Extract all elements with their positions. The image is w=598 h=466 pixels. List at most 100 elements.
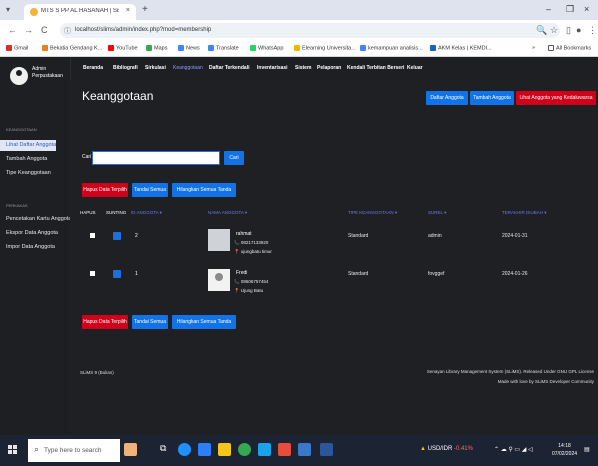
daftar-anggota-button[interactable]: Daftar Anggota: [426, 91, 468, 105]
column-header-tipe-keanggotaan[interactable]: TIPE KEANGGOTAAN ▾: [348, 210, 397, 216]
tandai-semua-button-bottom[interactable]: Tandai Semua: [132, 315, 168, 329]
member-name[interactable]: rahmat: [236, 231, 252, 237]
site-info-icon[interactable]: ⓘ: [64, 26, 71, 36]
currency-pair: USD/IDR: [427, 446, 453, 452]
member-id: 2: [135, 233, 138, 239]
sidebar-item-tipe-keanggotaan[interactable]: Tipe Keanggotaan: [0, 168, 70, 179]
clock[interactable]: 14:18 07/02/2024: [552, 442, 577, 458]
nav-pelaporan[interactable]: Pelaporan: [317, 65, 341, 71]
edit-icon[interactable]: [113, 232, 121, 240]
footer-community: Made with love by SLiMS Developer Commun…: [497, 379, 594, 384]
column-header-surel[interactable]: SUREL ▾: [428, 210, 446, 216]
url-text: localhost/slims/admin/index.php?mod=memb…: [75, 27, 212, 33]
nav-bibliografi[interactable]: Bibliografi: [113, 65, 138, 71]
search-button[interactable]: Cari: [224, 151, 244, 165]
file-explorer-icon[interactable]: [218, 443, 231, 456]
maximize-icon[interactable]: ❐: [566, 4, 574, 15]
store-icon[interactable]: [198, 443, 211, 456]
app-icon[interactable]: [278, 443, 291, 456]
anggota-kedaluwarsa-button[interactable]: Lihat Anggota yang Kedaluwarsa: [516, 91, 596, 105]
hapus-data-terpilih-button[interactable]: Hapus Data Terpilih: [82, 183, 128, 197]
edge-icon[interactable]: [178, 443, 191, 456]
tray-icons[interactable]: ⌃ ☁ ⚲ ▭ ◢ ◁: [494, 446, 533, 453]
more-menu-icon[interactable]: ⋮: [588, 25, 597, 36]
member-phone: 📞 08217133920: [234, 240, 269, 245]
tambah-anggota-button[interactable]: Tambah Anggota: [470, 91, 514, 105]
nav-inventarisasi[interactable]: Inventarisasi: [257, 65, 288, 71]
sidebar-item-tambah-anggota[interactable]: Tambah Anggota: [0, 154, 70, 165]
word-icon[interactable]: [320, 443, 333, 456]
currency-ticker[interactable]: ▲ USD/IDR -0.41%: [420, 446, 473, 452]
bookmark-youtube[interactable]: YouTube: [108, 45, 138, 51]
cortana-illustration-icon[interactable]: [124, 443, 137, 456]
column-header-terakhir-diubah[interactable]: TERAKHIR DIUBAH ▾: [502, 210, 547, 216]
bookmark-gmail[interactable]: Gmail: [6, 45, 28, 51]
windows-start-icon[interactable]: [8, 445, 18, 455]
bookmarks-more-icon[interactable]: »: [532, 45, 535, 51]
search-input[interactable]: [92, 151, 220, 165]
member-email: fovggef: [428, 271, 445, 277]
sidebar-item-lihat-daftar-anggota[interactable]: Lihat Daftar Anggota: [0, 140, 56, 151]
close-window-icon[interactable]: ×: [584, 4, 589, 14]
bookmark-elearning[interactable]: Elearning Universita...: [294, 45, 356, 51]
nav-sistem[interactable]: Sistem: [295, 65, 311, 71]
footer-version: SLiMS 9 (Bulian): [80, 370, 114, 375]
edit-icon[interactable]: [113, 270, 121, 278]
nav-keluar[interactable]: Keluar: [407, 65, 423, 71]
member-name[interactable]: Fredi: [236, 270, 247, 276]
sidepanel-icon[interactable]: ▯: [566, 25, 571, 36]
tab-close-icon[interactable]: ×: [126, 7, 130, 14]
all-bookmarks[interactable]: All Bookmarks: [548, 45, 591, 51]
column-header-sunting: SUNTING: [106, 210, 127, 215]
bookmark-bekatia[interactable]: Bekatia Gendang K...: [42, 45, 102, 51]
column-header-nama-anggota[interactable]: NAMA ANGGOTA ▾: [208, 210, 247, 216]
url-field[interactable]: ⓘ localhost/slims/admin/index.php?mod=me…: [60, 23, 560, 38]
sidebar-item-pencetakan-kartu[interactable]: Pencetakan Kartu Anggota: [0, 214, 71, 225]
tab-menu-icon[interactable]: ▾: [6, 5, 16, 15]
delete-checkbox[interactable]: [90, 271, 95, 276]
bookmark-whatsapp[interactable]: WhatsApp: [250, 45, 283, 51]
hilangkan-semua-tanda-button[interactable]: Hilangkan Semua Tanda: [172, 183, 236, 197]
nav-sirkulasi[interactable]: Sirkulasi: [145, 65, 166, 71]
taskbar-search[interactable]: ⌕ Type here to search: [28, 439, 120, 462]
mail-icon[interactable]: [258, 443, 271, 456]
hapus-data-terpilih-button-bottom[interactable]: Hapus Data Terpilih: [82, 315, 128, 329]
youtube-icon: [108, 45, 114, 51]
bookmark-news[interactable]: News: [178, 45, 200, 51]
nav-daftar-terkendali[interactable]: Daftar Terkendali: [209, 65, 249, 71]
zoom-icon[interactable]: 🔍: [536, 25, 547, 36]
chrome-icon[interactable]: [238, 443, 251, 456]
windows-taskbar: ⌕ Type here to search ⧉ ▲ USD/IDR -0.41%…: [0, 435, 598, 466]
member-phone: 📞 08606757454: [234, 279, 269, 284]
nav-kendali-terbitan-berseri[interactable]: Kendali Terbitan Berseri: [347, 65, 404, 71]
bookmark-star-icon[interactable]: ☆: [550, 25, 558, 36]
bookmark-icon: [430, 45, 436, 51]
delete-checkbox[interactable]: [90, 233, 95, 238]
column-header-id-anggota[interactable]: ID ANGGOTA ▾: [131, 210, 162, 216]
bookmark-maps[interactable]: Maps: [146, 45, 167, 51]
nav-beranda[interactable]: Beranda: [83, 65, 103, 71]
bookmark-akm[interactable]: AKM Kelas | KEMDI...: [430, 45, 492, 51]
bookmarks-bar: Gmail Bekatia Gendang K... YouTube Maps …: [0, 42, 598, 57]
profile-icon[interactable]: ●: [576, 25, 581, 35]
hilangkan-semua-tanda-button-bottom[interactable]: Hilangkan Semua Tanda: [172, 315, 236, 329]
nav-keanggotaan[interactable]: Keanggotaan: [173, 65, 203, 71]
bookmark-icon: [42, 45, 48, 51]
back-icon[interactable]: ←: [8, 25, 17, 35]
whatsapp-icon: [250, 45, 256, 51]
minimize-icon[interactable]: –: [546, 4, 551, 14]
bookmark-translate[interactable]: Translate: [208, 45, 239, 51]
new-tab-icon[interactable]: +: [142, 4, 148, 15]
browser-tab[interactable]: MTS S PP AL HASANAH | Sister ×: [24, 4, 136, 20]
notification-icon[interactable]: ▤: [584, 446, 590, 453]
task-view-icon[interactable]: ⧉: [160, 443, 173, 456]
sidebar-item-ekspor-data[interactable]: Ekspor Data Anggota: [0, 228, 70, 239]
app-icon[interactable]: [298, 443, 311, 456]
member-photo: [208, 269, 230, 291]
sidebar-item-impor-data[interactable]: Impor Data Anggota: [0, 242, 70, 253]
search-icon: ⌕: [34, 444, 40, 454]
forward-icon[interactable]: →: [24, 25, 33, 35]
bookmark-kemampuan[interactable]: kemampuan analisis...: [360, 45, 423, 51]
reload-icon[interactable]: C: [41, 25, 48, 35]
tandai-semua-button[interactable]: Tandai Semua: [132, 183, 168, 197]
